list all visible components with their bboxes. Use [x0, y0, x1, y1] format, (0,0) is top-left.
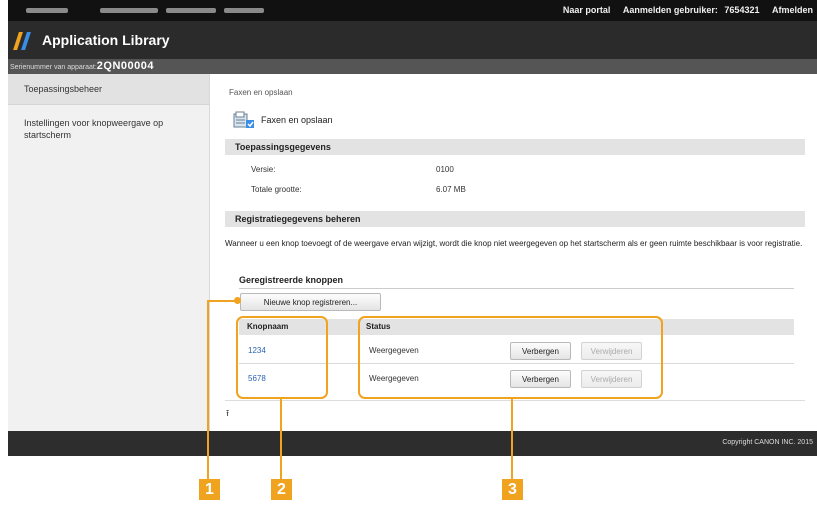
sidebar-item-label: Toepassingsbeheer: [24, 84, 103, 94]
serial-value: 2QN00004: [96, 60, 154, 72]
footer: Copyright CANON INC. 2015: [8, 431, 817, 456]
fax-application-icon: [233, 111, 255, 129]
portal-link[interactable]: Naar portal: [563, 5, 611, 15]
divider: [239, 288, 794, 289]
callout-1-leader: [207, 300, 209, 480]
sidebar-item-application-management[interactable]: Toepassingsbeheer: [8, 74, 209, 105]
app-title: Application Library: [42, 32, 170, 48]
register-new-button-button[interactable]: Nieuwe knop registreren...: [240, 293, 381, 311]
sidebar-item-label: Instellingen voor knopweergave op starts…: [24, 118, 164, 140]
back-to-top-icon[interactable]: ⭱: [226, 406, 229, 422]
callout-1-leader: [207, 300, 237, 302]
version-value: 0100: [436, 165, 454, 174]
callout-2-leader: [280, 399, 282, 479]
login-user-label: Aanmelden gebruiker:: [622, 5, 718, 15]
blurred-text: [26, 8, 68, 13]
registration-header: Registratiegegevens beheren: [225, 211, 805, 227]
registration-notice: Wanneer u een knop toevoegt of de weerga…: [225, 239, 803, 248]
callout-badge-1: 1: [199, 479, 220, 500]
registered-buttons-title: Geregistreerde knoppen: [239, 275, 344, 285]
divider: [225, 400, 805, 401]
total-size-label: Totale grootte:: [251, 185, 302, 194]
callout-badge-3: 3: [502, 479, 523, 500]
page-header: Faxen en opslaan: [233, 111, 333, 129]
callout-2-box: [236, 316, 328, 399]
breadcrumb: Faxen en opslaan: [229, 88, 293, 97]
sidebar-item-button-display-settings[interactable]: Instellingen voor knopweergave op starts…: [8, 105, 209, 147]
serial-label: Serienummer van apparaat:: [10, 64, 97, 71]
logout-link[interactable]: Afmelden: [772, 5, 813, 15]
serial-bar: Serienummer van apparaat:2QN00004: [8, 59, 817, 74]
app-info-header: Toepassingsgegevens: [225, 139, 805, 155]
callout-badge-2: 2: [271, 479, 292, 500]
callout-3-box: [358, 316, 663, 399]
login-user-value: 7654321: [724, 5, 760, 15]
blurred-text: [166, 8, 216, 13]
blurred-text: [224, 8, 264, 13]
application-library-logo-icon: [12, 32, 34, 50]
version-label: Versie:: [251, 165, 276, 174]
callout-3-leader: [511, 399, 513, 479]
total-size-value: 6.07 MB: [436, 185, 466, 194]
sidebar: Toepassingsbeheer Instellingen voor knop…: [8, 74, 210, 431]
blurred-text: [100, 8, 158, 13]
top-bar: Naar portal Aanmelden gebruiker: 7654321…: [8, 0, 817, 21]
page-title: Faxen en opslaan: [261, 115, 333, 125]
copyright-text: Copyright CANON INC. 2015: [722, 439, 813, 446]
app-header: Application Library: [8, 21, 817, 59]
